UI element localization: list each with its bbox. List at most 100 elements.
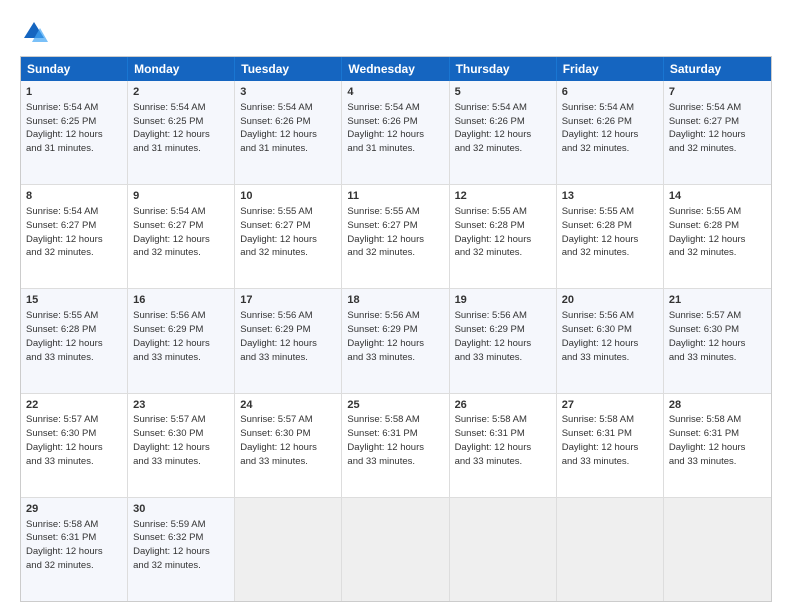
logo-icon bbox=[20, 18, 48, 46]
day-number: 25 bbox=[347, 398, 443, 413]
empty-cell bbox=[664, 498, 771, 601]
day-cell-14: 14 Sunrise: 5:55 AMSunset: 6:28 PMDaylig… bbox=[664, 185, 771, 288]
header-cell-friday: Friday bbox=[557, 57, 664, 81]
day-cell-13: 13 Sunrise: 5:55 AMSunset: 6:28 PMDaylig… bbox=[557, 185, 664, 288]
day-cell-9: 9 Sunrise: 5:54 AMSunset: 6:27 PMDayligh… bbox=[128, 185, 235, 288]
day-number: 5 bbox=[455, 85, 551, 100]
day-info: Sunrise: 5:54 AMSunset: 6:26 PMDaylight:… bbox=[240, 102, 317, 154]
day-info: Sunrise: 5:58 AMSunset: 6:31 PMDaylight:… bbox=[562, 414, 639, 466]
day-cell-10: 10 Sunrise: 5:55 AMSunset: 6:27 PMDaylig… bbox=[235, 185, 342, 288]
empty-cell bbox=[557, 498, 664, 601]
day-cell-25: 25 Sunrise: 5:58 AMSunset: 6:31 PMDaylig… bbox=[342, 394, 449, 497]
calendar: SundayMondayTuesdayWednesdayThursdayFrid… bbox=[20, 56, 772, 602]
header-cell-sunday: Sunday bbox=[21, 57, 128, 81]
day-cell-12: 12 Sunrise: 5:55 AMSunset: 6:28 PMDaylig… bbox=[450, 185, 557, 288]
header-cell-wednesday: Wednesday bbox=[342, 57, 449, 81]
day-info: Sunrise: 5:54 AMSunset: 6:27 PMDaylight:… bbox=[669, 102, 746, 154]
day-info: Sunrise: 5:54 AMSunset: 6:25 PMDaylight:… bbox=[26, 102, 103, 154]
day-info: Sunrise: 5:58 AMSunset: 6:31 PMDaylight:… bbox=[455, 414, 532, 466]
day-number: 27 bbox=[562, 398, 658, 413]
day-number: 4 bbox=[347, 85, 443, 100]
day-number: 9 bbox=[133, 189, 229, 204]
empty-cell bbox=[235, 498, 342, 601]
header-cell-tuesday: Tuesday bbox=[235, 57, 342, 81]
day-info: Sunrise: 5:57 AMSunset: 6:30 PMDaylight:… bbox=[26, 414, 103, 466]
logo bbox=[20, 18, 52, 46]
day-info: Sunrise: 5:54 AMSunset: 6:25 PMDaylight:… bbox=[133, 102, 210, 154]
day-info: Sunrise: 5:57 AMSunset: 6:30 PMDaylight:… bbox=[240, 414, 317, 466]
day-number: 30 bbox=[133, 502, 229, 517]
day-number: 19 bbox=[455, 293, 551, 308]
header-cell-monday: Monday bbox=[128, 57, 235, 81]
day-cell-17: 17 Sunrise: 5:56 AMSunset: 6:29 PMDaylig… bbox=[235, 289, 342, 392]
calendar-row-2: 8 Sunrise: 5:54 AMSunset: 6:27 PMDayligh… bbox=[21, 184, 771, 288]
day-number: 2 bbox=[133, 85, 229, 100]
day-number: 10 bbox=[240, 189, 336, 204]
day-number: 22 bbox=[26, 398, 122, 413]
header-cell-thursday: Thursday bbox=[450, 57, 557, 81]
day-number: 11 bbox=[347, 189, 443, 204]
day-cell-23: 23 Sunrise: 5:57 AMSunset: 6:30 PMDaylig… bbox=[128, 394, 235, 497]
day-info: Sunrise: 5:58 AMSunset: 6:31 PMDaylight:… bbox=[669, 414, 746, 466]
day-number: 18 bbox=[347, 293, 443, 308]
day-cell-26: 26 Sunrise: 5:58 AMSunset: 6:31 PMDaylig… bbox=[450, 394, 557, 497]
day-cell-22: 22 Sunrise: 5:57 AMSunset: 6:30 PMDaylig… bbox=[21, 394, 128, 497]
day-number: 21 bbox=[669, 293, 766, 308]
day-number: 20 bbox=[562, 293, 658, 308]
day-number: 8 bbox=[26, 189, 122, 204]
day-info: Sunrise: 5:57 AMSunset: 6:30 PMDaylight:… bbox=[669, 310, 746, 362]
day-number: 28 bbox=[669, 398, 766, 413]
day-cell-29: 29 Sunrise: 5:58 AMSunset: 6:31 PMDaylig… bbox=[21, 498, 128, 601]
calendar-header: SundayMondayTuesdayWednesdayThursdayFrid… bbox=[21, 57, 771, 81]
day-number: 29 bbox=[26, 502, 122, 517]
day-info: Sunrise: 5:55 AMSunset: 6:27 PMDaylight:… bbox=[240, 206, 317, 258]
day-cell-16: 16 Sunrise: 5:56 AMSunset: 6:29 PMDaylig… bbox=[128, 289, 235, 392]
day-cell-20: 20 Sunrise: 5:56 AMSunset: 6:30 PMDaylig… bbox=[557, 289, 664, 392]
day-cell-5: 5 Sunrise: 5:54 AMSunset: 6:26 PMDayligh… bbox=[450, 81, 557, 184]
day-cell-6: 6 Sunrise: 5:54 AMSunset: 6:26 PMDayligh… bbox=[557, 81, 664, 184]
day-number: 7 bbox=[669, 85, 766, 100]
day-info: Sunrise: 5:54 AMSunset: 6:26 PMDaylight:… bbox=[347, 102, 424, 154]
day-number: 23 bbox=[133, 398, 229, 413]
day-number: 12 bbox=[455, 189, 551, 204]
day-info: Sunrise: 5:54 AMSunset: 6:27 PMDaylight:… bbox=[26, 206, 103, 258]
day-info: Sunrise: 5:56 AMSunset: 6:29 PMDaylight:… bbox=[240, 310, 317, 362]
day-cell-11: 11 Sunrise: 5:55 AMSunset: 6:27 PMDaylig… bbox=[342, 185, 449, 288]
day-cell-18: 18 Sunrise: 5:56 AMSunset: 6:29 PMDaylig… bbox=[342, 289, 449, 392]
day-number: 14 bbox=[669, 189, 766, 204]
day-cell-21: 21 Sunrise: 5:57 AMSunset: 6:30 PMDaylig… bbox=[664, 289, 771, 392]
top-bar bbox=[20, 18, 772, 46]
day-number: 26 bbox=[455, 398, 551, 413]
day-cell-4: 4 Sunrise: 5:54 AMSunset: 6:26 PMDayligh… bbox=[342, 81, 449, 184]
day-info: Sunrise: 5:57 AMSunset: 6:30 PMDaylight:… bbox=[133, 414, 210, 466]
day-number: 24 bbox=[240, 398, 336, 413]
day-info: Sunrise: 5:55 AMSunset: 6:28 PMDaylight:… bbox=[562, 206, 639, 258]
day-number: 16 bbox=[133, 293, 229, 308]
day-info: Sunrise: 5:54 AMSunset: 6:26 PMDaylight:… bbox=[562, 102, 639, 154]
day-info: Sunrise: 5:55 AMSunset: 6:27 PMDaylight:… bbox=[347, 206, 424, 258]
calendar-row-4: 22 Sunrise: 5:57 AMSunset: 6:30 PMDaylig… bbox=[21, 393, 771, 497]
day-cell-30: 30 Sunrise: 5:59 AMSunset: 6:32 PMDaylig… bbox=[128, 498, 235, 601]
day-info: Sunrise: 5:54 AMSunset: 6:27 PMDaylight:… bbox=[133, 206, 210, 258]
day-info: Sunrise: 5:59 AMSunset: 6:32 PMDaylight:… bbox=[133, 519, 210, 571]
day-info: Sunrise: 5:55 AMSunset: 6:28 PMDaylight:… bbox=[669, 206, 746, 258]
day-cell-24: 24 Sunrise: 5:57 AMSunset: 6:30 PMDaylig… bbox=[235, 394, 342, 497]
day-cell-3: 3 Sunrise: 5:54 AMSunset: 6:26 PMDayligh… bbox=[235, 81, 342, 184]
day-info: Sunrise: 5:56 AMSunset: 6:29 PMDaylight:… bbox=[133, 310, 210, 362]
calendar-row-5: 29 Sunrise: 5:58 AMSunset: 6:31 PMDaylig… bbox=[21, 497, 771, 601]
calendar-row-3: 15 Sunrise: 5:55 AMSunset: 6:28 PMDaylig… bbox=[21, 288, 771, 392]
day-info: Sunrise: 5:54 AMSunset: 6:26 PMDaylight:… bbox=[455, 102, 532, 154]
empty-cell bbox=[450, 498, 557, 601]
day-info: Sunrise: 5:58 AMSunset: 6:31 PMDaylight:… bbox=[26, 519, 103, 571]
day-cell-28: 28 Sunrise: 5:58 AMSunset: 6:31 PMDaylig… bbox=[664, 394, 771, 497]
day-info: Sunrise: 5:55 AMSunset: 6:28 PMDaylight:… bbox=[26, 310, 103, 362]
day-info: Sunrise: 5:58 AMSunset: 6:31 PMDaylight:… bbox=[347, 414, 424, 466]
day-info: Sunrise: 5:55 AMSunset: 6:28 PMDaylight:… bbox=[455, 206, 532, 258]
day-cell-7: 7 Sunrise: 5:54 AMSunset: 6:27 PMDayligh… bbox=[664, 81, 771, 184]
day-cell-19: 19 Sunrise: 5:56 AMSunset: 6:29 PMDaylig… bbox=[450, 289, 557, 392]
calendar-row-1: 1 Sunrise: 5:54 AMSunset: 6:25 PMDayligh… bbox=[21, 81, 771, 184]
day-cell-1: 1 Sunrise: 5:54 AMSunset: 6:25 PMDayligh… bbox=[21, 81, 128, 184]
day-number: 1 bbox=[26, 85, 122, 100]
day-cell-2: 2 Sunrise: 5:54 AMSunset: 6:25 PMDayligh… bbox=[128, 81, 235, 184]
day-number: 13 bbox=[562, 189, 658, 204]
